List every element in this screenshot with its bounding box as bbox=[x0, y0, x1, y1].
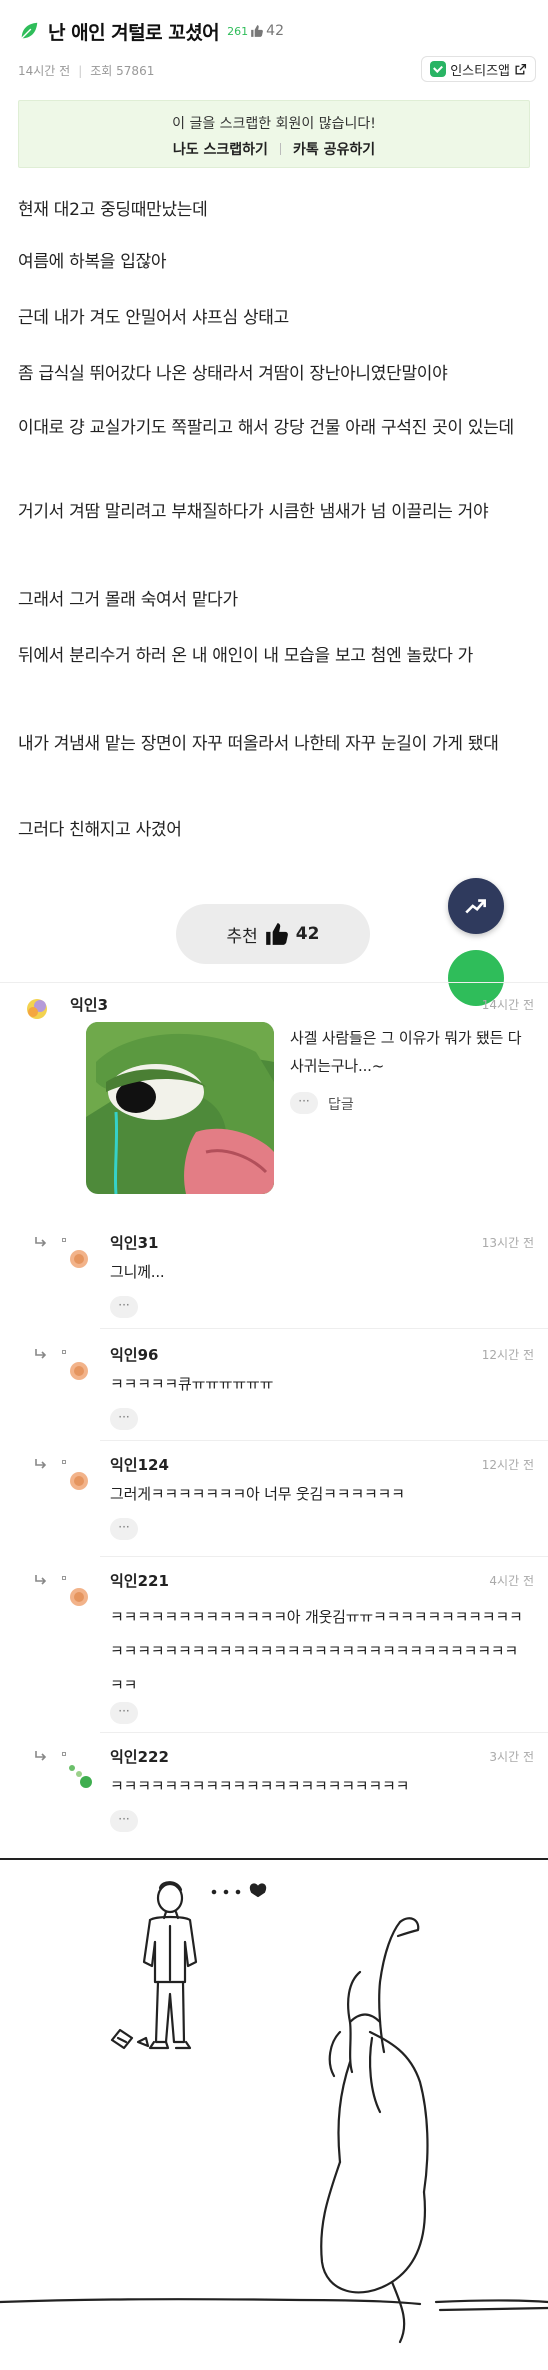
comment-text: ㅋㅋㅋㅋㅋㅋㅋㅋㅋㅋㅋㅋㅋㅋㅋㅋㅋㅋㅋㅋㅋㅋ bbox=[110, 1777, 410, 1795]
avatar bbox=[70, 1362, 88, 1380]
reply-indicator bbox=[62, 1238, 66, 1242]
comment-author: 익인222 bbox=[110, 1748, 169, 1766]
comment-time: 13시간 전 bbox=[481, 1236, 534, 1250]
post-header: 난 애인 겨털로 꼬셨어 261 42 14시간 전 | 조회 57861 인스… bbox=[0, 0, 548, 100]
avatar bbox=[70, 1472, 88, 1490]
comment-item: 익인124 12시간 전 그러게ㅋㅋㅋㅋㅋㅋㅋ아 너무 웃김ㅋㅋㅋㅋㅋㅋ ··· bbox=[0, 1454, 548, 1554]
insiz-app-label: 인스티즈앱 bbox=[450, 63, 510, 79]
scrap-divider bbox=[279, 143, 281, 155]
more-options-button[interactable]: ··· bbox=[110, 1296, 138, 1318]
insiz-logo-icon bbox=[430, 61, 447, 77]
insiz-app-button[interactable]: 인스티즈앱 bbox=[421, 56, 536, 82]
body-paragraph: 내가 겨냄새 맡는 장면이 자꾸 떠올라서 나한테 자꾸 눈길이 가게 됐대 bbox=[18, 734, 499, 754]
comment-text: 그니께... bbox=[110, 1263, 165, 1281]
scrap-actions: 나도 스크랩하기 카톡 공유하기 bbox=[19, 139, 529, 159]
reply-indicator bbox=[62, 1460, 66, 1464]
comment-item: 익인31 13시간 전 그니께... ··· bbox=[0, 1232, 548, 1332]
comment-time: 12시간 전 bbox=[481, 1348, 534, 1362]
recommend-button[interactable]: 추천 42 bbox=[176, 904, 370, 964]
comment-separator bbox=[100, 1440, 548, 1441]
more-options-button[interactable]: ··· bbox=[290, 1092, 318, 1114]
view-badge: 261 bbox=[227, 24, 249, 38]
kakao-share-button[interactable]: 카톡 공유하기 bbox=[293, 139, 375, 159]
meta-separator: | bbox=[78, 63, 83, 78]
body-paragraph: 그러다 친해지고 사겼어 bbox=[18, 820, 182, 840]
pepe-image bbox=[86, 1022, 274, 1194]
avatar bbox=[70, 1250, 88, 1268]
external-link-icon bbox=[515, 63, 527, 75]
body-paragraph: 뒤에서 분리수거 하러 온 내 애인이 내 모습을 보고 첨엔 놀랐다 가 bbox=[18, 646, 473, 666]
more-options-button[interactable]: ··· bbox=[110, 1702, 138, 1724]
more-options-button[interactable]: ··· bbox=[110, 1518, 138, 1540]
comment-item: 익인96 12시간 전 ㅋㅋㅋㅋㅋ큐ㅠㅠㅠㅠㅠㅠ ··· bbox=[0, 1344, 548, 1444]
reply-arrow-icon bbox=[35, 1459, 47, 1469]
body-paragraph: 여름에 하복을 입잖아 bbox=[18, 252, 167, 272]
body-paragraph: 근데 내가 겨도 안밀어서 샤프심 상태고 bbox=[18, 308, 289, 328]
post-views: 조회 57861 bbox=[90, 64, 155, 78]
reply-arrow-icon bbox=[35, 1751, 47, 1761]
comment-author: 익인31 bbox=[110, 1234, 159, 1252]
post-time: 14시간 전 bbox=[18, 64, 71, 78]
like-count: 42 bbox=[266, 23, 284, 39]
comment-separator bbox=[100, 1556, 548, 1557]
avatar bbox=[27, 999, 47, 1019]
leaf-icon bbox=[21, 22, 38, 39]
body-paragraph: 현재 대2고 중딩때만났는데 bbox=[18, 200, 208, 220]
comment-separator bbox=[100, 1328, 548, 1329]
more-options-button[interactable]: ··· bbox=[110, 1408, 138, 1430]
trending-up-icon bbox=[465, 899, 486, 914]
avatar bbox=[70, 1588, 88, 1606]
post-title: 난 애인 겨털로 꼬셨어 bbox=[48, 21, 220, 44]
comment-author: 익인3 bbox=[70, 996, 109, 1014]
comments-divider bbox=[0, 982, 548, 983]
body-paragraph: 좀 급식실 뛰어갔다 나온 상태라서 겨땀이 장난아니였단말이야 bbox=[18, 364, 448, 384]
thumbs-up-icon bbox=[251, 25, 264, 37]
body-paragraph: 거기서 겨땀 말리려고 부채질하다가 시큼한 냄새가 넘 이끌리는 거야 bbox=[18, 502, 489, 522]
reply-arrow-icon bbox=[35, 1575, 47, 1585]
comment-time: 4시간 전 bbox=[489, 1574, 534, 1588]
title-row: 난 애인 겨털로 꼬셨어 261 42 bbox=[18, 16, 284, 46]
reply-indicator bbox=[62, 1752, 66, 1756]
recommend-label: 추천 bbox=[226, 926, 258, 947]
comment-item: 익인222 3시간 전 ㅋㅋㅋㅋㅋㅋㅋㅋㅋㅋㅋㅋㅋㅋㅋㅋㅋㅋㅋㅋㅋㅋ ··· bbox=[0, 1746, 548, 1846]
comment-author: 익인221 bbox=[110, 1572, 169, 1590]
comment-text: ㅋㅋㅋㅋㅋㅋㅋㅋㅋㅋㅋㅋㅋ아 개웃김ㅠㅠㅋㅋㅋㅋㅋㅋㅋㅋㅋㅋㅋㅋㅋㅋㅋㅋㅋㅋㅋㅋ… bbox=[110, 1608, 523, 1694]
title-meta: 261 42 bbox=[227, 23, 284, 39]
comic-illustration bbox=[0, 1881, 548, 2344]
comment-time: 12시간 전 bbox=[481, 1458, 534, 1472]
comment-text: 그러게ㅋㅋㅋㅋㅋㅋㅋ아 너무 웃김ㅋㅋㅋㅋㅋㅋ bbox=[110, 1485, 405, 1503]
recommend-count: 42 bbox=[295, 924, 320, 944]
comment-author: 익인124 bbox=[110, 1456, 169, 1474]
comment-author: 익인96 bbox=[110, 1346, 159, 1364]
comment-text: 사겔 사람들은 그 이유가 뭐가 됐든 다 사귀는구나...~ bbox=[290, 1029, 522, 1075]
comment-separator bbox=[100, 1732, 548, 1733]
comment-time: 14시간 전 bbox=[481, 998, 534, 1012]
reply-indicator bbox=[62, 1576, 66, 1580]
comment-image[interactable] bbox=[86, 1022, 274, 1194]
avatar bbox=[69, 1765, 92, 1788]
thumbs-up-icon bbox=[265, 923, 288, 945]
scrap-message: 이 글을 스크랩한 회원이 많습니다! bbox=[172, 116, 376, 132]
comment-item: 익인3 14시간 전 사겔 사람들은 그 이유가 뭐가 됐든 다 사귀는구나..… bbox=[0, 990, 548, 1200]
body-paragraph: 그래서 그거 몰래 숙여서 맡다가 bbox=[18, 590, 238, 610]
reply-button[interactable]: 답글 bbox=[328, 1094, 354, 1114]
scrap-button[interactable]: 나도 스크랩하기 bbox=[173, 139, 268, 159]
reply-arrow-icon bbox=[35, 1349, 47, 1359]
comment-text: ㅋㅋㅋㅋㅋ큐ㅠㅠㅠㅠㅠㅠ bbox=[110, 1375, 274, 1393]
scrap-notice: 이 글을 스크랩한 회원이 많습니다! 나도 스크랩하기 카톡 공유하기 bbox=[18, 100, 530, 168]
more-options-button[interactable]: ··· bbox=[110, 1810, 138, 1832]
section-separator bbox=[0, 1858, 548, 1860]
body-paragraph: 이대로 걍 교실가기도 쪽팔리고 해서 강당 건물 아래 구석진 곳이 있는데 bbox=[18, 418, 514, 438]
comment-time: 3시간 전 bbox=[489, 1750, 534, 1764]
reply-arrow-icon bbox=[35, 1237, 47, 1247]
post-meta: 14시간 전 | 조회 57861 bbox=[18, 62, 154, 79]
reply-indicator bbox=[62, 1350, 66, 1354]
comment-item: 익인221 4시간 전 ㅋㅋㅋㅋㅋㅋㅋㅋㅋㅋㅋㅋㅋ아 개웃김ㅠㅠㅋㅋㅋㅋㅋㅋㅋㅋ… bbox=[0, 1570, 548, 1734]
trending-button[interactable] bbox=[448, 878, 504, 934]
